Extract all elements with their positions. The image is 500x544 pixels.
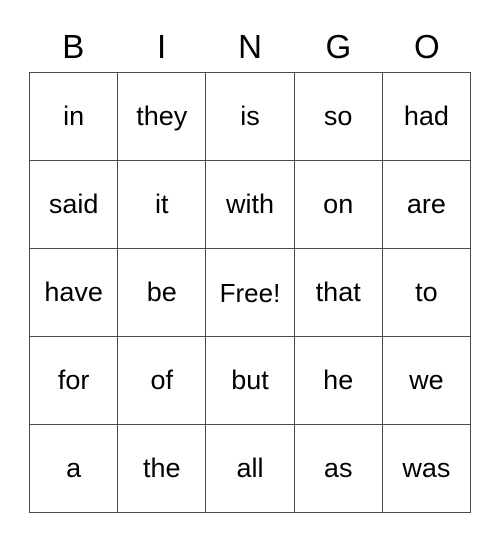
bingo-cell-label: as bbox=[323, 453, 353, 483]
bingo-cell-label: was bbox=[402, 453, 451, 483]
bingo-cell-o1[interactable]: had bbox=[382, 73, 471, 161]
bingo-cell-i3[interactable]: be bbox=[118, 249, 207, 337]
bingo-cell-label: we bbox=[409, 365, 444, 395]
bingo-cell-n4[interactable]: but bbox=[206, 337, 295, 425]
bingo-cell-g5[interactable]: as bbox=[294, 425, 383, 513]
bingo-cell-label: so bbox=[323, 101, 353, 131]
bingo-cell-label: he bbox=[323, 365, 354, 395]
bingo-cell-label: in bbox=[63, 101, 85, 131]
bingo-grid: in they is so had said it with on are ha… bbox=[29, 72, 471, 513]
bingo-header-row: B I N G O bbox=[29, 20, 471, 72]
bingo-cell-b1[interactable]: in bbox=[30, 73, 119, 161]
bingo-cell-label: they bbox=[136, 101, 188, 131]
bingo-cell-o3[interactable]: to bbox=[382, 249, 471, 337]
bingo-cell-free-space[interactable]: Free! bbox=[206, 249, 295, 337]
bingo-cell-label: the bbox=[143, 453, 181, 483]
bingo-cell-label: all bbox=[236, 453, 264, 483]
bingo-cell-g3[interactable]: that bbox=[294, 249, 383, 337]
bingo-cell-label: to bbox=[415, 277, 438, 307]
bingo-cell-label: it bbox=[155, 189, 169, 219]
bingo-header-letter-i: I bbox=[157, 27, 167, 65]
bingo-cell-label: but bbox=[231, 365, 269, 395]
bingo-cell-label: on bbox=[323, 189, 354, 219]
bingo-cell-o4[interactable]: we bbox=[382, 337, 471, 425]
bingo-cell-label: had bbox=[403, 101, 449, 131]
bingo-cell-label: said bbox=[48, 189, 99, 219]
bingo-cell-b3[interactable]: have bbox=[30, 249, 119, 337]
bingo-cell-label: is bbox=[240, 101, 260, 131]
bingo-cell-b5[interactable]: a bbox=[30, 425, 119, 513]
bingo-cell-i4[interactable]: of bbox=[118, 337, 207, 425]
bingo-cell-label: of bbox=[150, 365, 174, 395]
bingo-cell-label: a bbox=[66, 453, 82, 483]
bingo-cell-b2[interactable]: said bbox=[30, 161, 119, 249]
bingo-cell-g2[interactable]: on bbox=[294, 161, 383, 249]
bingo-cell-n2[interactable]: with bbox=[206, 161, 295, 249]
bingo-cell-label: are bbox=[406, 189, 446, 219]
bingo-cell-label: that bbox=[315, 277, 361, 307]
bingo-header-letter-n: N bbox=[238, 27, 262, 65]
bingo-card: B I N G O in they is so had said it with… bbox=[29, 20, 471, 513]
bingo-cell-b4[interactable]: for bbox=[30, 337, 119, 425]
bingo-cell-o2[interactable]: are bbox=[382, 161, 471, 249]
bingo-cell-g1[interactable]: so bbox=[294, 73, 383, 161]
bingo-header-letter-g: G bbox=[325, 27, 352, 65]
bingo-cell-label: for bbox=[57, 365, 90, 395]
bingo-cell-i2[interactable]: it bbox=[118, 161, 207, 249]
bingo-cell-o5[interactable]: was bbox=[382, 425, 471, 513]
bingo-cell-n1[interactable]: is bbox=[206, 73, 295, 161]
bingo-cell-i1[interactable]: they bbox=[118, 73, 207, 161]
bingo-free-space-label: Free! bbox=[219, 277, 281, 308]
bingo-cell-g4[interactable]: he bbox=[294, 337, 383, 425]
bingo-cell-label: have bbox=[44, 277, 103, 307]
bingo-cell-label: be bbox=[146, 277, 177, 307]
bingo-cell-label: with bbox=[225, 189, 274, 219]
bingo-header-letter-b: B bbox=[62, 27, 85, 65]
bingo-cell-n5[interactable]: all bbox=[206, 425, 295, 513]
bingo-header-letter-o: O bbox=[413, 27, 440, 65]
bingo-cell-i5[interactable]: the bbox=[118, 425, 207, 513]
